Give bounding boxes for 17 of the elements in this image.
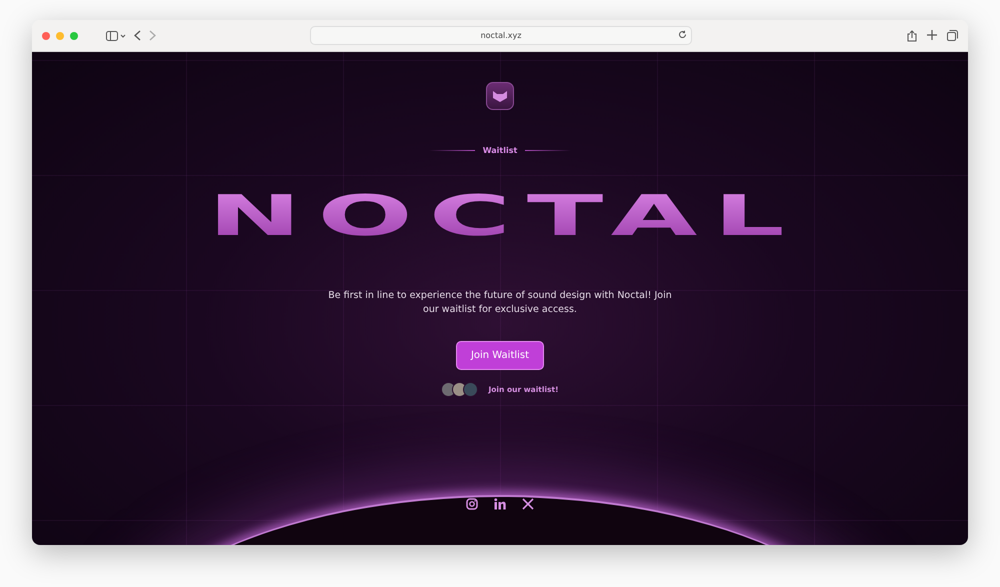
back-icon[interactable] (134, 30, 141, 41)
tabs-overview-icon[interactable] (947, 30, 958, 40)
linkedin-icon[interactable] (494, 498, 506, 510)
logo-icon (492, 89, 508, 103)
new-tab-icon[interactable] (927, 30, 937, 40)
join-waitlist-button[interactable]: Join Waitlist (456, 341, 544, 370)
share-icon[interactable] (907, 30, 917, 42)
avatar (463, 382, 478, 397)
x-logo-icon[interactable] (522, 498, 534, 510)
reload-icon[interactable] (678, 30, 687, 39)
address-bar[interactable]: noctal.xyz (310, 26, 692, 45)
sidebar-toggle-icon[interactable] (106, 30, 126, 40)
tagline: Be first in line to experience the future of sound design with Noctal! Join our waitlist for exclusive access. (327, 289, 673, 317)
avatar (441, 382, 456, 397)
section-label: Waitlist (482, 146, 518, 155)
instagram-icon[interactable] (466, 498, 478, 510)
close-window-icon[interactable] (42, 32, 50, 40)
